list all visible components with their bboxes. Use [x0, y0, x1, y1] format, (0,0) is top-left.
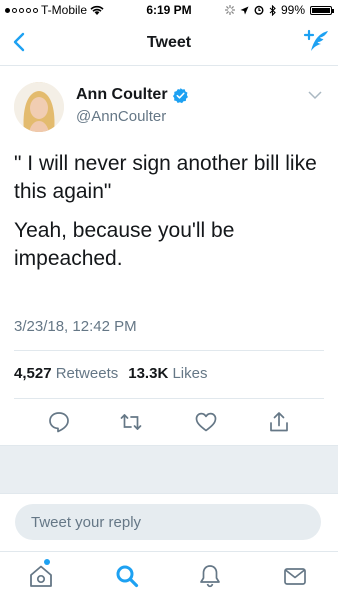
- retweets-count: 4,527: [14, 365, 52, 382]
- compose-tweet-icon[interactable]: [302, 29, 330, 55]
- home-icon[interactable]: [28, 563, 54, 589]
- battery-icon: [310, 5, 334, 15]
- retweet-icon[interactable]: [119, 410, 143, 434]
- bluetooth-icon: [269, 4, 276, 16]
- tweet-text-line: " I will never sign another bill like th…: [14, 152, 317, 203]
- retweets-stat[interactable]: 4,527 Retweets: [14, 365, 118, 382]
- tweet-stats: 4,527 Retweets 13.3K Likes: [14, 365, 207, 382]
- home-unread-dot: [44, 559, 50, 565]
- share-icon[interactable]: [267, 410, 291, 434]
- avatar-portrait-icon: [14, 82, 64, 132]
- alarm-clock-icon: [254, 5, 264, 15]
- heart-icon[interactable]: [194, 410, 218, 434]
- divider: [14, 350, 324, 351]
- likes-label: Likes: [172, 365, 208, 382]
- bell-icon[interactable]: [197, 563, 223, 589]
- tweet-actions: [0, 406, 338, 442]
- retweets-label: Retweets: [55, 365, 119, 382]
- envelope-icon[interactable]: [282, 563, 308, 589]
- battery-percent: 99%: [280, 3, 305, 17]
- author-avatar[interactable]: [14, 82, 64, 132]
- tab-bar: [0, 551, 338, 601]
- likes-count: 13.3K: [128, 365, 169, 382]
- status-right: 99%: [224, 3, 334, 17]
- search-icon[interactable]: [114, 563, 140, 589]
- tweet-text-line: Yeah, because you'll be impeached.: [14, 219, 235, 270]
- tweet-timestamp: 3/23/18, 12:42 PM: [14, 318, 137, 335]
- chevron-down-icon[interactable]: [308, 90, 322, 100]
- empty-replies-area: [0, 445, 338, 494]
- divider: [14, 398, 324, 399]
- tweet-text: " I will never sign another bill like th…: [14, 150, 326, 273]
- page-title: Tweet: [146, 34, 192, 51]
- reply-icon[interactable]: [47, 410, 71, 434]
- likes-stat[interactable]: 13.3K Likes: [128, 365, 207, 382]
- reply-bar: [0, 493, 338, 552]
- author-name[interactable]: Ann Coulter: [76, 86, 168, 104]
- author-handle[interactable]: @AnnCoulter: [76, 108, 166, 125]
- activity-spinner-icon: [224, 5, 235, 15]
- location-arrow-icon: [240, 6, 249, 14]
- navigation-bar: Tweet: [0, 20, 338, 66]
- tweet-header: Ann Coulter @AnnCoulter: [0, 66, 338, 148]
- verified-badge-icon: [172, 87, 188, 103]
- battery-fill: [312, 7, 330, 13]
- reply-input[interactable]: [15, 504, 321, 540]
- author-name-row: Ann Coulter: [76, 86, 189, 104]
- status-bar: T-Mobile 6:19 PM 99%: [0, 0, 338, 20]
